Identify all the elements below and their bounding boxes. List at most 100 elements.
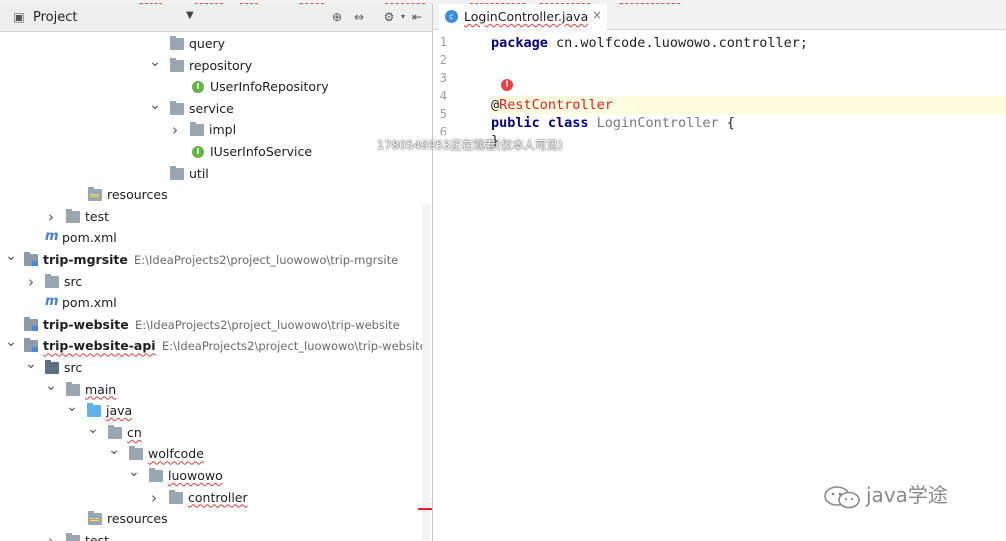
expand-arrow-icon[interactable]: ⌄ [128,465,140,479]
folder-icon [149,468,163,482]
tree-item[interactable]: ⌄ service [0,98,432,120]
tree-item[interactable]: m pom.xml [0,229,432,249]
tree-item-label: pom.xml [62,230,117,246]
tree-scrollbar[interactable] [422,204,430,540]
expand-arrow-icon[interactable]: ⌄ [5,249,17,263]
interface-icon: I [192,81,204,94]
project-tree: query ⌄ repository I UserInfoRepository ⌄ serv… [0,32,432,541]
editor-tab-bar: c LoginController.java × [433,4,1006,31]
module-path: E:\IdeaProjects2\project_luowowo\trip-mg… [134,253,399,267]
tree-item[interactable]: › controller [0,489,432,509]
module-folder-icon [24,252,38,266]
tree-item-label: util [189,165,209,181]
folder-icon [45,360,59,374]
tree-item[interactable]: resources [0,186,432,206]
tree-item[interactable]: ⌄ trip-mgrsite E:\IdeaProjects2\project_lu… [0,249,432,271]
code-line-4: public class LoginController { [491,115,735,131]
tree-item[interactable]: util [0,165,432,185]
code-area[interactable]: package cn.wolfcode.luowowo.controller; … [491,30,1006,541]
tree-item-label: cn [127,424,142,440]
tree-item[interactable]: ⌄ cn [0,422,432,444]
resources-folder-icon [88,187,102,202]
expand-arrow-icon[interactable]: ⌄ [25,357,37,371]
folder-icon [108,424,122,439]
collapse-arrow-icon[interactable]: › [148,490,160,505]
close-icon[interactable]: × [592,8,602,22]
tree-item-label: trip-mgrsite [43,252,128,267]
folder-icon [190,122,204,137]
tree-item-label: repository [189,57,253,73]
code-line-1: package cn.wolfcode.luowowo.controller; [491,35,808,51]
error-bulb-icon[interactable]: ! [501,79,513,91]
expand-arrow-icon[interactable]: ⌄ [5,335,17,349]
tree-item[interactable]: ⌄ trip-website-api E:\IdeaProjects2\projec… [0,335,432,357]
tree-item[interactable]: › test [0,532,432,541]
scroll-from-source-icon[interactable]: ⊕ [330,10,344,24]
tree-item[interactable]: › impl [0,121,432,141]
project-tool-window: ▣ Project ▼ ⊕ ⇔ ⚙ ▾ ⇤ query ⌄ repository I U… [0,4,433,541]
tab-login-controller[interactable]: c LoginController.java × [439,4,607,31]
tree-item-label: controller [188,489,248,505]
tree-item[interactable]: ⌄ repository [0,55,432,77]
line-number: 4 [439,89,447,103]
tree-item[interactable]: resources [0,510,432,530]
tree-item-label: wolfcode [148,446,204,462]
collapse-arrow-icon[interactable]: › [45,209,57,224]
tree-item[interactable]: query [0,35,432,55]
project-panel-header: ▣ Project ▼ ⊕ ⇔ ⚙ ▾ ⇤ [0,4,432,32]
expand-arrow-icon[interactable]: ⌄ [45,379,57,393]
error-marker [418,508,432,510]
folder-icon [129,446,143,461]
tree-item-label: test [85,532,110,541]
line-number: 2 [439,53,447,67]
tree-item-label: test [85,208,110,224]
tree-item-label: query [189,36,226,51]
collapse-all-icon[interactable]: ⇔ [352,10,366,24]
tree-item[interactable]: ⌄ src [0,357,432,379]
tree-item[interactable]: trip-website E:\IdeaProjects2\project_luo… [0,316,432,336]
tree-item-label: resources [107,187,168,203]
tree-item[interactable]: m pom.xml [0,294,432,314]
tree-item[interactable]: I UserInfoRepository [0,78,432,98]
expand-arrow-icon[interactable]: ⌄ [108,443,120,457]
expand-arrow-icon[interactable]: ⌄ [149,55,161,69]
folder-icon [170,36,184,50]
folder-icon [170,100,184,115]
tree-item[interactable]: ⌄ java [0,400,432,422]
module-folder-icon [24,338,38,353]
tree-item[interactable]: › src [0,273,432,293]
chevron-down-icon[interactable]: ▼ [186,10,194,21]
line-number: 3 [439,71,447,85]
code-line-3: @RestController [491,97,613,113]
expand-arrow-icon[interactable]: ⌄ [66,400,78,414]
interface-icon: I [192,146,204,158]
tree-item-label: trip-website-api [43,338,156,354]
hide-panel-icon[interactable]: ⇤ [410,10,424,24]
folder-icon [169,489,183,504]
gear-dropdown-icon[interactable]: ▾ [396,10,410,24]
collapse-arrow-icon[interactable]: › [169,123,181,138]
tree-item[interactable]: ⌄ luowowo [0,465,432,487]
folder-icon [170,57,184,72]
module-path: E:\IdeaProjects2\project_luowowo\trip-we… [162,339,427,354]
resources-folder-icon [88,511,102,526]
project-panel-title[interactable]: Project [33,10,77,25]
tree-item-label: main [85,381,117,397]
watermark-label: java学途 [866,483,948,507]
expand-arrow-icon[interactable]: ⌄ [87,422,99,436]
tree-item-label: impl [209,122,237,138]
gear-icon[interactable]: ⚙ [382,10,396,24]
collapse-arrow-icon[interactable]: › [45,533,57,541]
tree-item[interactable]: › test [0,208,432,228]
expand-arrow-icon[interactable]: ⌄ [149,98,161,112]
tree-item[interactable]: ⌄ main [0,379,432,401]
tree-item[interactable]: ⌄ wolfcode [0,443,432,465]
folder-icon [170,165,184,180]
tree-item[interactable]: I IUserInfoService [0,143,432,163]
module-folder-icon [24,316,38,331]
maven-icon: m [45,229,59,245]
tree-item-label: java [106,403,133,419]
collapse-arrow-icon[interactable]: › [25,274,37,289]
watermark: java学途 [822,479,948,510]
line-number: 1 [439,35,447,49]
